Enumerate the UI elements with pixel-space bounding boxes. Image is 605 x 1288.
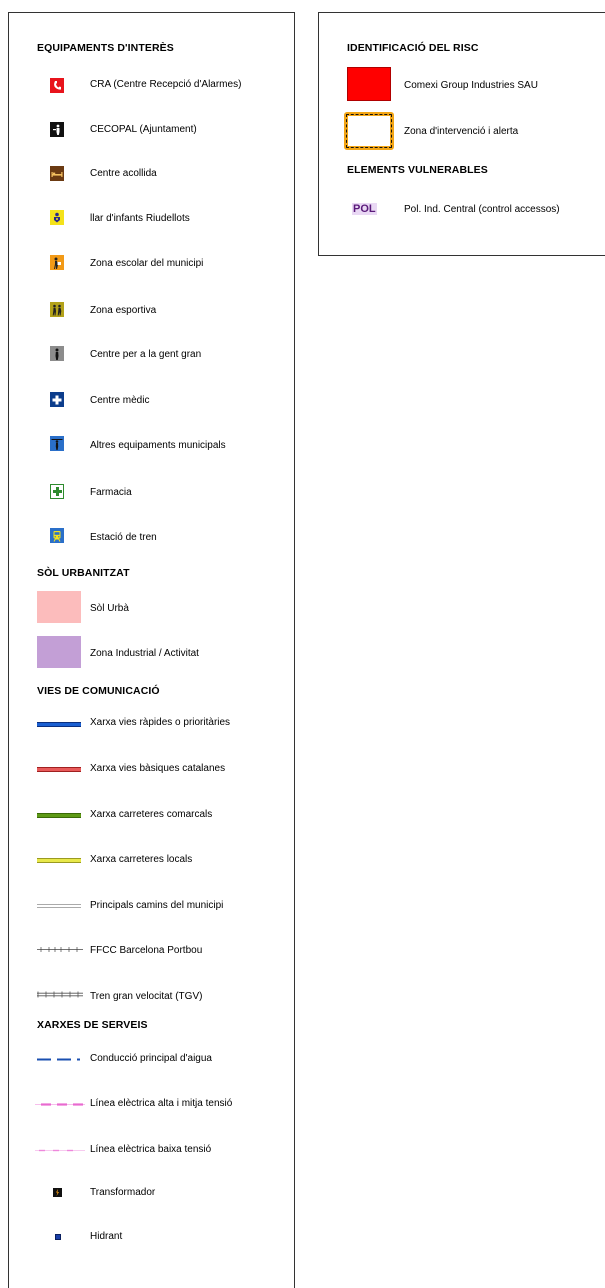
student-icon xyxy=(50,255,64,270)
line-vies-rapides xyxy=(37,722,81,727)
elderly-person-icon xyxy=(50,346,64,361)
legend-label-aigua: Conducció principal d'aigua xyxy=(90,1053,212,1064)
line-camins xyxy=(37,904,81,908)
swatch-zona-intervencio xyxy=(344,112,394,150)
section-heading-vulnerables: ELEMENTS VULNERABLES xyxy=(347,164,488,176)
line-carreteres-comarcals xyxy=(37,813,81,818)
legend-label-carreteres-comarcals: Xarxa carreteres comarcals xyxy=(90,809,213,820)
legend-label-vies-rapides: Xarxa vies ràpides o prioritàries xyxy=(90,717,231,728)
line-tgv xyxy=(37,991,83,998)
legend-label-zona-industrial: Zona Industrial / Activitat xyxy=(90,648,199,659)
pharmacy-cross-icon xyxy=(50,484,64,499)
municipal-person-icon xyxy=(50,436,64,451)
line-vies-basiques xyxy=(37,767,81,772)
person-podium-icon xyxy=(50,122,64,137)
bed-icon xyxy=(50,166,64,181)
section-heading-equipaments: EQUIPAMENTS D'INTERÈS xyxy=(37,42,174,54)
medical-cross-icon xyxy=(50,392,64,407)
line-carreteres-locals xyxy=(37,858,81,863)
legend-label-estacio-tren: Estació de tren xyxy=(90,532,157,543)
hydrant-icon xyxy=(55,1234,61,1240)
line-baixa-tensio xyxy=(35,1149,85,1152)
legend-label-transformador: Transformador xyxy=(90,1187,156,1198)
legend-label-camins: Principals camins del municipi xyxy=(90,900,224,911)
legend-label-carreteres-locals: Xarxa carreteres locals xyxy=(90,854,193,865)
baby-icon xyxy=(50,210,64,225)
legend-label-cra: CRA (Centre Recepció d'Alarmes) xyxy=(90,79,242,90)
train-icon xyxy=(50,528,64,543)
athletes-icon xyxy=(50,302,64,317)
legend-label-vies-basiques: Xarxa vies bàsiques catalanes xyxy=(90,763,226,774)
legend-label-baixa-tensio: Línea elèctrica baixa tensió xyxy=(90,1144,212,1155)
legend-label-zona-escolar: Zona escolar del municipi xyxy=(90,258,204,269)
line-ffcc xyxy=(37,947,83,952)
legend-label-hidrant: Hidrant xyxy=(90,1231,123,1242)
legend-label-ffcc: FFCC Barcelona Portbou xyxy=(90,945,203,956)
legend-label-alta-tensio: Línea elèctrica alta i mitja tensió xyxy=(90,1098,233,1109)
section-heading-vies: VIES DE COMUNICACIÓ xyxy=(37,685,160,697)
legend-label-farmacia: Farmacia xyxy=(90,487,132,498)
legend-label-sol-urba: Sòl Urbà xyxy=(90,603,129,614)
legend-label-llar-infants: llar d'infants Riudellots xyxy=(90,213,190,224)
section-heading-xarxes: XARXES DE SERVEIS xyxy=(37,1019,148,1031)
pol-badge-icon: POL xyxy=(352,203,377,215)
transformer-icon xyxy=(53,1188,62,1197)
swatch-sol-urba xyxy=(37,591,81,623)
legend-label-centre-acollida: Centre acollida xyxy=(90,168,157,179)
swatch-zona-industrial xyxy=(37,636,81,668)
section-heading-risc: IDENTIFICACIÓ DEL RISC xyxy=(347,42,479,54)
legend-label-tgv: Tren gran velocitat (TGV) xyxy=(90,991,203,1002)
legend-label-cecopal: CECOPAL (Ajuntament) xyxy=(90,124,197,135)
section-heading-sol: SÒL URBANITZAT xyxy=(37,567,130,579)
legend-label-altres-equipaments: Altres equipaments municipals xyxy=(90,440,226,451)
phone-icon xyxy=(50,78,64,93)
legend-label-comexi: Comexi Group Industries SAU xyxy=(404,80,538,91)
legend-label-centre-medic: Centre mèdic xyxy=(90,395,150,406)
line-aigua xyxy=(37,1058,80,1061)
legend-label-zona-intervencio: Zona d'intervenció i alerta xyxy=(404,126,519,137)
legend-label-pol-central: Pol. Ind. Central (control accessos) xyxy=(404,204,560,215)
line-alta-tensio xyxy=(35,1103,85,1106)
legend-label-zona-esportiva: Zona esportiva xyxy=(90,305,157,316)
legend-label-gent-gran: Centre per a la gent gran xyxy=(90,349,202,360)
swatch-comexi xyxy=(347,67,391,101)
